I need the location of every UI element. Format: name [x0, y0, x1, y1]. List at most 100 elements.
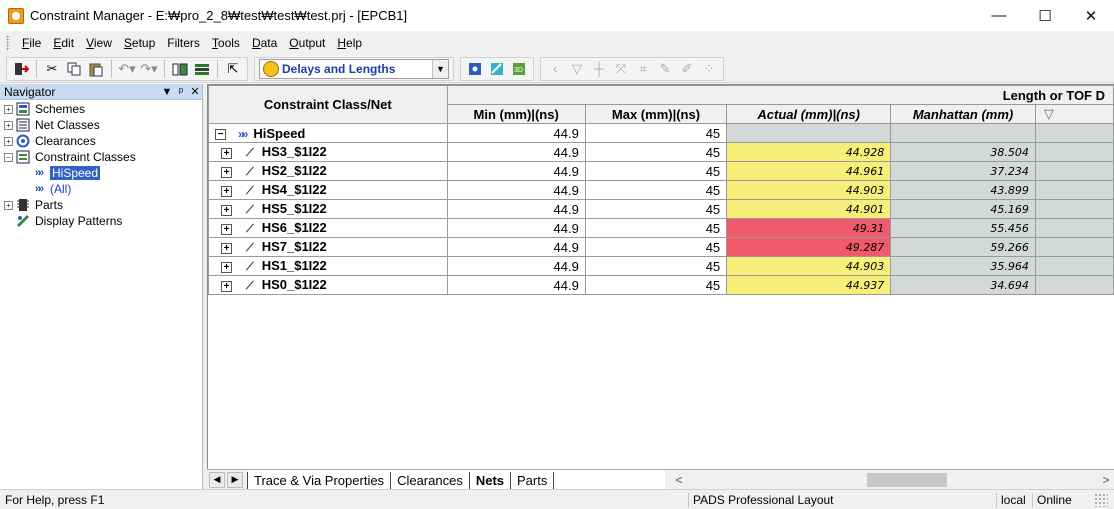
actual-cell[interactable]: 44.903 — [726, 180, 892, 200]
exit-icon[interactable] — [11, 59, 31, 79]
min-cell[interactable]: 44.9 — [446, 161, 586, 181]
max-cell[interactable]: 45 — [584, 180, 728, 200]
actual-cell[interactable]: 44.901 — [726, 199, 892, 219]
net-name-cell[interactable]: + ⟋ HS7_$1I22 — [208, 237, 448, 257]
max-cell[interactable]: 45 — [584, 199, 728, 219]
copy-icon[interactable] — [64, 59, 84, 79]
manhattan-cell[interactable]: 34.694 — [890, 275, 1036, 295]
expand-icon[interactable]: + — [221, 185, 232, 197]
manhattan-cell[interactable]: 45.169 — [890, 199, 1036, 219]
minimize-button[interactable]: — — [976, 0, 1022, 31]
redo-icon[interactable]: ↷▾ — [139, 59, 159, 79]
class-row-hispeed[interactable]: −»» HiSpeed 44.9 45 — [208, 123, 1114, 143]
menu-item[interactable]: Help — [331, 36, 368, 50]
min-cell[interactable]: 44.9 — [446, 199, 586, 219]
max-cell[interactable]: 45 — [584, 237, 728, 257]
collapse-icon[interactable]: − — [215, 128, 226, 140]
menu-item[interactable]: File — [16, 36, 47, 50]
layers-icon[interactable] — [192, 59, 212, 79]
crosshair-icon[interactable]: ┼ — [589, 59, 609, 79]
class-name-cell[interactable]: −»» HiSpeed — [208, 123, 448, 143]
nodes-icon[interactable]: ⁘ — [699, 59, 719, 79]
menu-item[interactable]: Tools — [206, 36, 246, 50]
expand-icon[interactable]: + — [4, 104, 13, 114]
tree-item-schemes[interactable]: + Schemes — [0, 101, 202, 117]
close-button[interactable]: ✕ — [1068, 0, 1114, 31]
net-row[interactable]: + ⟋ HS3_$1I22 44.9 45 44.928 38.504 — [208, 142, 1114, 162]
scroll-track[interactable] — [687, 472, 1098, 487]
net-name-cell[interactable]: + ⟋ HS1_$1I22 — [208, 256, 448, 276]
menu-item[interactable]: Edit — [47, 36, 80, 50]
route-icon[interactable] — [487, 59, 507, 79]
filter-icon[interactable]: ▽ — [1034, 104, 1114, 124]
expand-icon[interactable]: + — [221, 242, 232, 254]
menu-item[interactable]: Filters — [161, 36, 206, 50]
expand-icon[interactable]: + — [221, 261, 232, 273]
expand-icon[interactable]: + — [221, 280, 232, 292]
undo-icon[interactable]: ↶▾ — [117, 59, 137, 79]
net-row[interactable]: + ⟋ HS2_$1I22 44.9 45 44.961 37.234 — [208, 161, 1114, 181]
column-group-header[interactable]: Length or TOF D — [446, 85, 1114, 105]
pen-icon[interactable]: ✎ — [655, 59, 675, 79]
max-cell[interactable]: 45 — [584, 123, 728, 143]
navigator-menu-icon[interactable]: ▼ — [160, 86, 174, 98]
net-class-icon[interactable] — [170, 59, 190, 79]
navigator-close-icon[interactable]: ✕ — [188, 85, 202, 98]
fit-icon[interactable]: ⤧ — [611, 59, 631, 79]
actual-cell[interactable]: 49.31 — [726, 218, 892, 238]
scroll-thumb[interactable] — [867, 472, 947, 487]
tree-item-clearances[interactable]: + Clearances — [0, 133, 202, 149]
3d-view-icon[interactable]: 3D — [509, 59, 529, 79]
tab-next-icon[interactable]: ▶ — [227, 471, 243, 488]
manhattan-cell[interactable]: 37.234 — [890, 161, 1036, 181]
zoom-area-icon[interactable]: ⌗ — [633, 59, 653, 79]
net-row[interactable]: + ⟋ HS4_$1I22 44.9 45 44.903 43.899 — [208, 180, 1114, 200]
tree-item-constraint-classes[interactable]: − Constraint Classes — [0, 149, 202, 165]
expand-icon[interactable]: + — [221, 223, 232, 235]
actual-cell[interactable]: 44.903 — [726, 256, 892, 276]
pen-edit-icon[interactable]: ✐ — [677, 59, 697, 79]
sheet-tab[interactable]: Nets — [468, 471, 510, 490]
net-row[interactable]: + ⟋ HS7_$1I22 44.9 45 49.287 59.266 — [208, 237, 1114, 257]
max-cell[interactable]: 45 — [584, 256, 728, 276]
column-header-manhattan[interactable]: Manhattan (mm) — [890, 104, 1036, 124]
cut-icon[interactable]: ✂ — [42, 59, 62, 79]
manhattan-cell[interactable]: 35.964 — [890, 256, 1036, 276]
sheet-tab[interactable]: Parts — [510, 471, 553, 490]
max-cell[interactable]: 45 — [584, 161, 728, 181]
net-name-cell[interactable]: + ⟋ HS2_$1I22 — [208, 161, 448, 181]
min-cell[interactable]: 44.9 — [446, 237, 586, 257]
menu-item[interactable]: Output — [283, 36, 331, 50]
scheme-combo[interactable]: Delays and Lengths ▼ — [259, 58, 449, 79]
column-header-class-net[interactable]: Constraint Class/Net — [208, 85, 448, 124]
min-cell[interactable]: 44.9 — [446, 218, 586, 238]
column-header-actual[interactable]: Actual (mm)|(ns) — [726, 104, 892, 124]
expand-icon[interactable]: + — [221, 166, 232, 178]
sheet-tab[interactable]: Clearances — [390, 471, 469, 490]
sheet-tab[interactable]: Trace & Via Properties — [247, 471, 390, 490]
expand-icon[interactable]: + — [4, 200, 13, 210]
net-name-cell[interactable]: + ⟋ HS3_$1I22 — [208, 142, 448, 162]
pin-icon[interactable]: ᵖ — [174, 86, 188, 98]
net-name-cell[interactable]: + ⟋ HS4_$1I22 — [208, 180, 448, 200]
actual-cell[interactable]: 44.961 — [726, 161, 892, 181]
resize-grip-icon[interactable] — [1094, 492, 1108, 507]
manhattan-cell[interactable]: 55.456 — [890, 218, 1036, 238]
expand-icon[interactable]: + — [4, 136, 13, 146]
net-row[interactable]: + ⟋ HS5_$1I22 44.9 45 44.901 45.169 — [208, 199, 1114, 219]
net-row[interactable]: + ⟋ HS6_$1I22 44.9 45 49.31 55.456 — [208, 218, 1114, 238]
chevron-down-icon[interactable]: ▼ — [432, 59, 448, 78]
max-cell[interactable]: 45 — [584, 275, 728, 295]
column-header-max[interactable]: Max (mm)|(ns) — [584, 104, 728, 124]
actual-cell[interactable]: 44.928 — [726, 142, 892, 162]
net-name-cell[interactable]: + ⟋ HS6_$1I22 — [208, 218, 448, 238]
filter-icon[interactable]: ▽ — [567, 59, 587, 79]
paste-icon[interactable] — [86, 59, 106, 79]
scroll-right-icon[interactable]: > — [1098, 473, 1114, 487]
board-icon[interactable] — [465, 59, 485, 79]
tree-item-all[interactable]: »» (All) — [0, 181, 202, 197]
scroll-left-icon[interactable]: < — [671, 473, 687, 487]
maximize-button[interactable]: ☐ — [1022, 0, 1068, 31]
expand-icon[interactable]: + — [221, 204, 232, 216]
net-row[interactable]: + ⟋ HS1_$1I22 44.9 45 44.903 35.964 — [208, 256, 1114, 276]
